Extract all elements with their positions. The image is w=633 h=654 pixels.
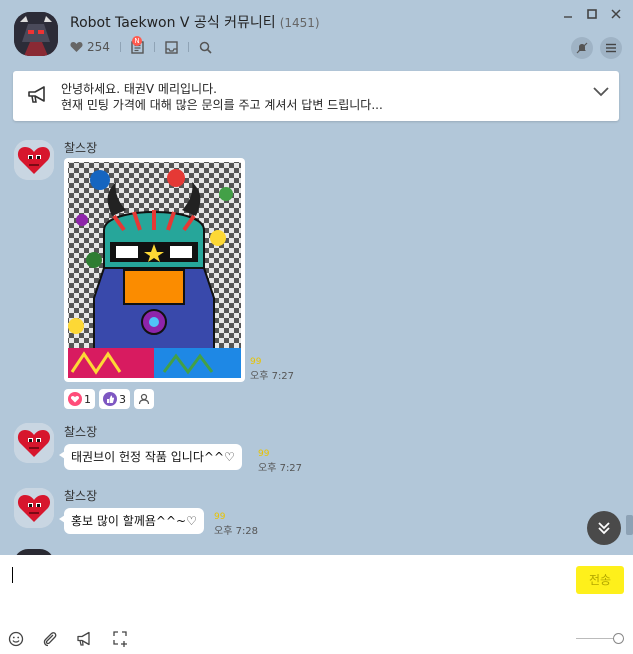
notice-banner[interactable]: 안녕하세요. 태권V 메리입니다. 현재 민팅 가격에 대해 많은 문의를 주고… bbox=[13, 71, 619, 121]
message-meta: 99 오후 7:28 bbox=[214, 512, 258, 537]
heart-icon bbox=[70, 42, 83, 52]
scroll-down-icon bbox=[598, 522, 610, 535]
message-meta: 99 오후 7:27 bbox=[258, 449, 302, 474]
notice-line-1: 안녕하세요. 태권V 메리입니다. bbox=[61, 82, 217, 96]
close-icon bbox=[611, 9, 621, 19]
minimize-button[interactable] bbox=[563, 8, 573, 22]
notice-line-2: 현재 민팅 가격에 대해 많은 문의를 주고 계셔서 답변 드립니다... bbox=[61, 98, 383, 112]
attach-icon bbox=[43, 632, 57, 647]
divider bbox=[153, 42, 155, 52]
sender-name: 찰스장 bbox=[64, 425, 98, 439]
announce-icon bbox=[77, 631, 90, 646]
megaphone-icon bbox=[28, 86, 45, 103]
message-time: 오후 7:27 bbox=[250, 371, 295, 382]
new-badge: N bbox=[132, 36, 142, 46]
slider-knob[interactable] bbox=[613, 633, 624, 644]
room-title-text: Robot Taekwon V 공식 커뮤니티 bbox=[70, 15, 276, 31]
heart-icon bbox=[68, 392, 82, 406]
reactions-bar: 1 3 bbox=[64, 389, 154, 409]
close-button[interactable] bbox=[611, 8, 621, 22]
person-icon bbox=[138, 393, 150, 405]
message-time: 오후 7:28 bbox=[214, 526, 259, 537]
mute-button[interactable] bbox=[571, 37, 593, 59]
maximize-icon bbox=[587, 9, 597, 19]
read-count: 99 bbox=[250, 357, 262, 367]
scrollbar-thumb[interactable] bbox=[626, 515, 633, 535]
thumbs-up-icon bbox=[103, 392, 117, 406]
capture-icon bbox=[113, 631, 127, 647]
attach-button[interactable] bbox=[42, 631, 58, 650]
search-icon bbox=[199, 41, 212, 54]
message-bubble[interactable]: 태권브이 헌정 작품 입니다^^♡ bbox=[59, 444, 242, 470]
scroll-to-bottom-button[interactable] bbox=[587, 511, 621, 545]
member-count: (1451) bbox=[279, 16, 320, 30]
emoji-button[interactable] bbox=[8, 631, 24, 650]
message-bubble[interactable]: 홍보 많이 할께욤^^~♡ bbox=[59, 508, 204, 534]
sender-avatar[interactable] bbox=[14, 140, 54, 180]
inbox-icon bbox=[165, 40, 178, 54]
likes-count: 254 bbox=[87, 40, 110, 54]
maximize-button[interactable] bbox=[587, 8, 597, 22]
read-count: 99 bbox=[214, 512, 226, 522]
chevron-down-icon[interactable] bbox=[593, 87, 609, 97]
room-avatar[interactable] bbox=[14, 12, 58, 56]
room-title: Robot Taekwon V 공식 커뮤니티 (1451) bbox=[70, 12, 320, 32]
message-meta: 99 오후 7:27 bbox=[250, 357, 294, 382]
emoji-icon bbox=[8, 631, 24, 647]
message-time: 오후 7:27 bbox=[258, 463, 303, 474]
heart-reaction-count: 1 bbox=[84, 392, 91, 406]
menu-icon bbox=[606, 43, 616, 53]
thumb-reaction[interactable]: 3 bbox=[99, 389, 130, 409]
mute-icon bbox=[576, 42, 588, 54]
divider bbox=[119, 42, 121, 52]
announce-button[interactable] bbox=[76, 631, 94, 650]
opacity-slider[interactable] bbox=[576, 633, 624, 644]
message-composer[interactable]: 전송 bbox=[0, 555, 633, 654]
chat-window: Robot Taekwon V 공식 커뮤니티 (1451) 254 N 안녕하… bbox=[0, 0, 633, 654]
minimize-icon bbox=[564, 16, 572, 18]
capture-button[interactable] bbox=[112, 630, 130, 651]
image-message[interactable] bbox=[64, 158, 245, 382]
divider bbox=[187, 42, 189, 52]
thumb-reaction-count: 3 bbox=[119, 392, 126, 406]
sender-name: 찰스장 bbox=[64, 141, 98, 155]
text-cursor bbox=[12, 567, 13, 583]
inbox-button[interactable] bbox=[165, 40, 178, 54]
menu-button[interactable] bbox=[600, 37, 622, 59]
heart-reaction[interactable]: 1 bbox=[64, 389, 95, 409]
read-count: 99 bbox=[258, 449, 270, 459]
window-controls bbox=[563, 8, 621, 22]
sender-avatar[interactable] bbox=[14, 423, 54, 463]
sender-avatar[interactable] bbox=[14, 488, 54, 528]
send-button[interactable]: 전송 bbox=[576, 566, 624, 594]
likes[interactable]: 254 bbox=[70, 40, 110, 54]
chat-header: Robot Taekwon V 공식 커뮤니티 (1451) 254 N bbox=[0, 0, 633, 66]
sender-name: 찰스장 bbox=[64, 489, 98, 503]
reaction-users-button[interactable] bbox=[134, 389, 154, 409]
composer-toolbar bbox=[8, 630, 130, 651]
search-button[interactable] bbox=[199, 41, 212, 54]
